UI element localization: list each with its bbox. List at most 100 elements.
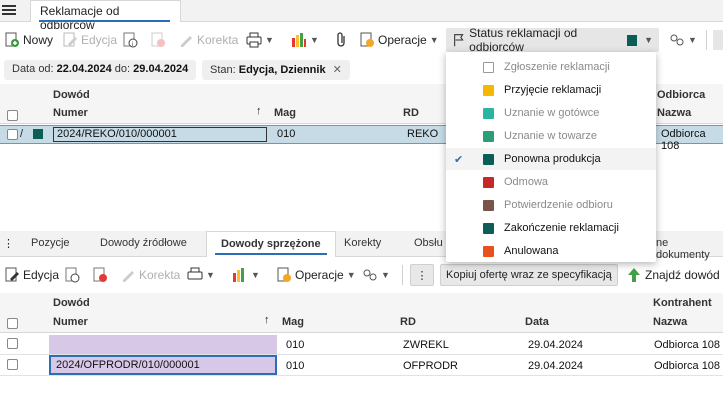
print2-button[interactable]: ▼ bbox=[187, 263, 215, 287]
link-button[interactable]: ▼ bbox=[669, 28, 697, 52]
status-menu-label: Ponowna produkcja bbox=[504, 153, 601, 165]
correct-icon bbox=[123, 271, 134, 282]
tab-dowody-sprzezone[interactable]: Dowody sprzężone bbox=[206, 231, 336, 257]
tab-obsluga[interactable]: Obsłu bbox=[414, 237, 443, 249]
status-menu-item[interactable]: Uznanie w gotówce bbox=[446, 102, 656, 124]
delete-icon[interactable] bbox=[92, 267, 108, 283]
status-swatch bbox=[483, 107, 494, 119]
row-mag: 010 bbox=[286, 360, 305, 372]
state-label: Stan: bbox=[210, 64, 236, 76]
print-button[interactable]: ▼ bbox=[246, 28, 274, 52]
tab-dowody-zrodlowe[interactable]: Dowody źródłowe bbox=[100, 237, 187, 249]
chart-button[interactable]: ▼ bbox=[291, 28, 319, 52]
attachment-icon[interactable] bbox=[334, 32, 350, 48]
status-swatch bbox=[627, 34, 638, 46]
chevron-down-icon: ▼ bbox=[346, 270, 356, 280]
row-checkbox[interactable] bbox=[7, 338, 18, 349]
correct-button[interactable]: Korekta bbox=[178, 28, 238, 52]
operations-icon bbox=[360, 32, 374, 47]
document-tab[interactable]: Reklamacje od odbiorców bbox=[30, 0, 181, 32]
status-swatch bbox=[33, 129, 43, 139]
row-numer-highlight: 2024/OFPRODR/010/000001 bbox=[49, 355, 277, 375]
select-all-checkbox[interactable] bbox=[7, 110, 18, 121]
date-label: Data bbox=[12, 63, 36, 75]
status-menu-item[interactable]: Zakończenie reklamacji bbox=[446, 217, 656, 239]
status-swatch bbox=[483, 61, 494, 73]
grid1-group-header: Dowód bbox=[53, 89, 90, 101]
status-menu-item[interactable]: Zgłoszenie reklamacji bbox=[446, 56, 656, 78]
tab-korekty[interactable]: Korekty bbox=[344, 237, 381, 249]
status-menu-label: Zakończenie reklamacji bbox=[504, 222, 619, 234]
col-nazwa[interactable]: Nazwa bbox=[657, 107, 691, 119]
status-menu-item[interactable]: Odmowa bbox=[446, 171, 656, 193]
grid1-group2-header: Odbiorca bbox=[657, 89, 706, 101]
correct2-button[interactable]: Korekta bbox=[120, 263, 180, 287]
row-checkbox[interactable] bbox=[7, 129, 18, 140]
row-checkbox[interactable] bbox=[7, 359, 18, 370]
new-document-icon bbox=[5, 32, 19, 47]
correct2-label: Korekta bbox=[139, 268, 181, 282]
sort-arrow-icon: ↑ bbox=[256, 105, 262, 117]
col-mag[interactable]: Mag bbox=[274, 107, 296, 119]
chevron-down-icon: ▼ bbox=[265, 35, 274, 45]
info-icon[interactable]: i bbox=[122, 32, 138, 48]
print-icon bbox=[187, 267, 203, 280]
copy-offer-button[interactable]: Kopiuj ofertę wraz ze specyfikacją bbox=[440, 264, 618, 286]
correct-icon bbox=[181, 36, 192, 47]
status-menu-label: Potwierdzenie odbioru bbox=[504, 199, 613, 211]
row-numer[interactable]: 2024/OFPRODR/010/000001 bbox=[56, 359, 200, 371]
status-menu-item[interactable]: ✔ Ponowna produkcja bbox=[446, 148, 656, 170]
menu-icon[interactable] bbox=[2, 3, 16, 17]
from-label: od: bbox=[38, 63, 54, 75]
edit-button[interactable]: Edycja bbox=[62, 28, 117, 52]
col-numer[interactable]: Numer bbox=[53, 316, 88, 328]
new-button[interactable]: Nowy bbox=[4, 28, 53, 52]
status-menu-label: Anulowana bbox=[504, 245, 559, 257]
flag-icon bbox=[454, 34, 464, 47]
chevron-down-icon: ▼ bbox=[381, 270, 390, 280]
sort-arrow-icon: ↑ bbox=[264, 314, 270, 326]
info-icon[interactable] bbox=[64, 267, 80, 283]
more-icon[interactable]: ⋮ bbox=[410, 264, 434, 286]
status-menu-label: Zgłoszenie reklamacji bbox=[504, 61, 610, 73]
col-data[interactable]: Data bbox=[525, 316, 549, 328]
status-menu-item[interactable]: Uznanie w towarze bbox=[446, 125, 656, 147]
link-icon bbox=[363, 269, 377, 281]
delete-icon[interactable] bbox=[150, 32, 166, 48]
status-menu-item[interactable]: Anulowana bbox=[446, 240, 656, 262]
edit2-label: Edycja bbox=[23, 268, 60, 282]
col-mag[interactable]: Mag bbox=[282, 316, 304, 328]
svg-text:i: i bbox=[132, 42, 133, 48]
tab-inne-dokumenty[interactable]: ne dokumenty bbox=[656, 237, 723, 261]
link2-button[interactable]: ▼ bbox=[362, 263, 390, 287]
col-rd[interactable]: RD bbox=[403, 107, 419, 119]
operations-button[interactable]: Operacje ▼ bbox=[359, 28, 439, 52]
close-icon[interactable]: ✕ bbox=[333, 64, 342, 76]
status-swatch bbox=[483, 245, 494, 257]
chart2-button[interactable]: ▼ bbox=[232, 263, 260, 287]
edit-label: Edycja bbox=[81, 33, 118, 47]
state-filter-chip[interactable]: Stan: Edycja, Dziennik ✕ bbox=[202, 60, 350, 80]
status-button[interactable]: Status reklamacji od odbiorców ▼ bbox=[446, 26, 659, 54]
date-filter-chip[interactable]: Data od: 22.04.2024 do: 29.04.2024 bbox=[4, 60, 197, 80]
status-menu-item[interactable]: Przyjęcie reklamacji bbox=[446, 79, 656, 101]
col-numer[interactable]: Numer bbox=[53, 107, 88, 119]
find-document-button[interactable]: Znajdź dowód bbox=[626, 263, 720, 287]
status-swatch bbox=[483, 153, 494, 165]
status-menu-item[interactable]: Potwierdzenie odbioru bbox=[446, 194, 656, 216]
edit2-button[interactable]: Edycja bbox=[4, 263, 59, 287]
operations2-label: Operacje bbox=[295, 268, 344, 282]
overflow-button[interactable] bbox=[713, 30, 723, 50]
select-all-checkbox[interactable] bbox=[7, 318, 18, 329]
col-nazwa[interactable]: Nazwa bbox=[653, 316, 687, 328]
new-label: Nowy bbox=[23, 33, 54, 47]
grid2-group2-header: Kontrahent bbox=[653, 297, 712, 309]
drag-handle-icon[interactable]: ⋮ bbox=[3, 237, 14, 250]
row-nazwa: Odbiorca 108 bbox=[654, 339, 721, 351]
col-rd[interactable]: RD bbox=[400, 316, 416, 328]
toolbar-divider bbox=[402, 265, 403, 285]
row-rd: ZWREKL bbox=[403, 339, 449, 351]
operations2-button[interactable]: Operacje ▼ bbox=[276, 263, 356, 287]
tab-pozycje[interactable]: Pozycje bbox=[31, 237, 70, 249]
row-numer[interactable]: 2024/REKO/010/000001 bbox=[53, 127, 267, 142]
